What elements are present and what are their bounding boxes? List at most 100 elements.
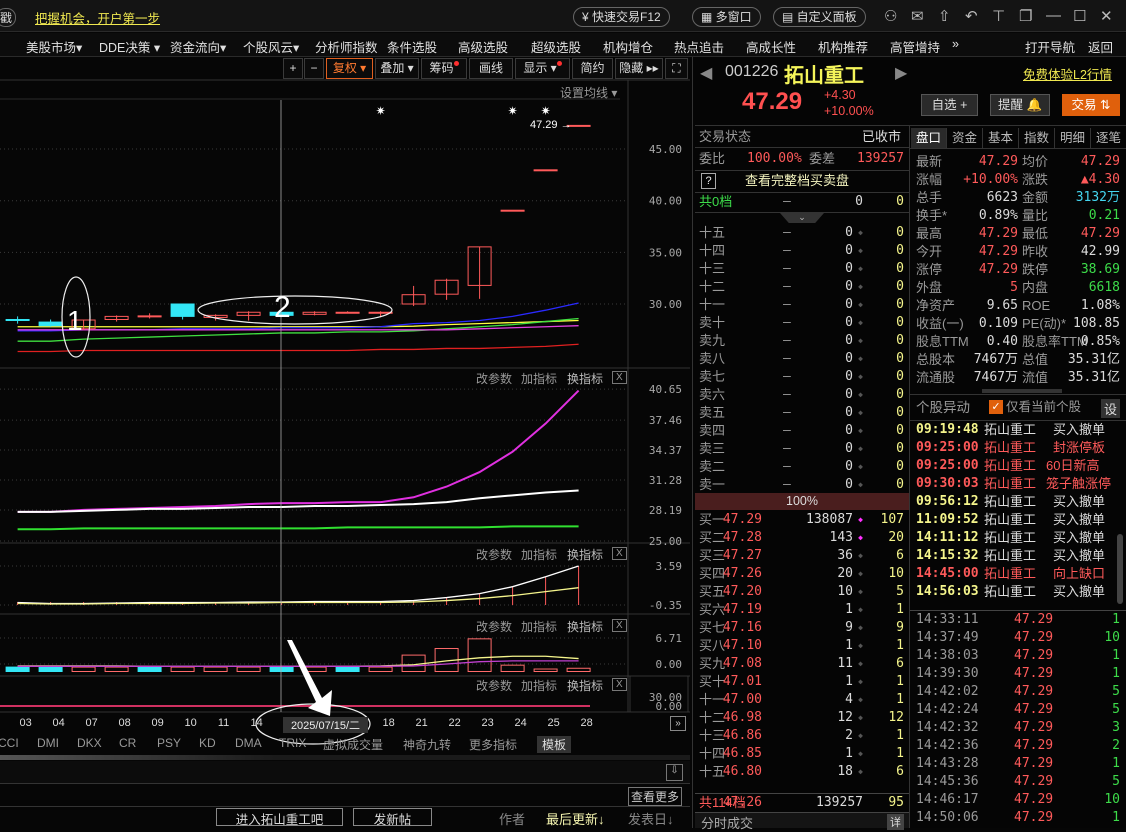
close-icon[interactable]: ✕	[1100, 7, 1113, 25]
price-alert-button[interactable]: 提醒 🔔	[990, 94, 1050, 116]
only-current-checkbox[interactable]: ✓	[989, 400, 1003, 414]
alert-row[interactable]: 14:15:32 拓山重工 买入撤单	[910, 547, 1115, 565]
undo-icon[interactable]: ↶	[965, 7, 978, 25]
set-ma-dropdown[interactable]: 设置均线 ▾	[560, 84, 617, 101]
alert-row[interactable]: 09:25:00 拓山重工 封涨停板	[910, 439, 1115, 457]
view-more-button[interactable]: 查看更多	[628, 787, 683, 806]
open-nav-button[interactable]: 打开导航	[1025, 37, 1075, 56]
edit-params-button[interactable]: 改参数	[476, 546, 512, 563]
indicator-tab[interactable]: KD	[199, 736, 216, 750]
full-depth-link[interactable]: 查看完整档买卖盘	[745, 172, 849, 190]
scroll-right-button[interactable]: »	[670, 716, 686, 731]
quote-tab[interactable]: 明细	[1055, 128, 1091, 148]
enter-stock-forum-button[interactable]: 进入拓山重工吧	[216, 808, 343, 827]
ask-level-row: 十二 — 0 ◆ 0	[695, 278, 909, 296]
mail-icon[interactable]: ✉	[911, 7, 924, 25]
help-icon[interactable]: ?	[701, 173, 716, 189]
splitter-handle[interactable]	[0, 755, 690, 760]
user-icon[interactable]: ⚇	[884, 7, 897, 25]
quote-tab[interactable]: 指数	[1019, 128, 1055, 148]
alert-row[interactable]: 14:45:00 拓山重工 向上缺口	[910, 565, 1115, 583]
indicator-tab[interactable]: DMA	[235, 736, 262, 750]
switch-indicator-button[interactable]: 换指标	[567, 546, 603, 563]
trade-time: 14:42:32	[916, 720, 979, 735]
alert-row[interactable]: 11:09:52 拓山重工 买入撤单	[910, 511, 1115, 529]
menu-item[interactable]: 高成长性	[746, 37, 796, 56]
sort-post-date[interactable]: 发表日↓	[628, 809, 674, 828]
alert-row[interactable]: 14:56:03 拓山重工 买入撤单	[910, 583, 1115, 601]
multi-window-button[interactable]: ▦ 多窗口	[692, 7, 761, 27]
trade-row: 14:42:32 47.29 3	[910, 719, 1126, 737]
alert-row[interactable]: 09:56:12 拓山重工 买入撤单	[910, 493, 1115, 511]
quote-label: 昨收	[1022, 244, 1049, 259]
l2-trial-link[interactable]: 免费体验L2行情	[1023, 64, 1112, 83]
edit-params-button[interactable]: 改参数	[476, 370, 512, 387]
add-indicator-button[interactable]: 加指标	[521, 618, 557, 635]
add-indicator-button[interactable]: 加指标	[521, 546, 557, 563]
level-price: —	[783, 315, 791, 330]
add-indicator-button[interactable]: 加指标	[521, 370, 557, 387]
only-current-label[interactable]: 仅看当前个股	[1006, 398, 1081, 416]
switch-indicator-button[interactable]: 换指标	[567, 370, 603, 387]
minimize-icon[interactable]: —	[1046, 7, 1061, 24]
add-indicator-button[interactable]: 加指标	[521, 677, 557, 694]
level-count: 9	[896, 620, 904, 635]
sort-author[interactable]: 作者	[499, 809, 525, 828]
close-panel-button[interactable]: X	[612, 547, 627, 560]
close-panel-button[interactable]: X	[612, 619, 627, 632]
custom-panel-button[interactable]: ▤ 自定义面板	[773, 7, 866, 27]
volume-bar	[500, 664, 525, 673]
add-watchlist-button[interactable]: 自选 +	[921, 94, 978, 116]
switch-indicator-button[interactable]: 换指标	[567, 618, 603, 635]
indicator-tab[interactable]: 神奇九转	[403, 736, 451, 753]
maximize-icon[interactable]: ☐	[1073, 7, 1086, 25]
skin-icon[interactable]: ⊤	[992, 7, 1005, 25]
window-restore-icon[interactable]: ❐	[1019, 7, 1032, 25]
close-panel-button[interactable]: X	[612, 371, 627, 384]
quote-tab[interactable]: 逐笔	[1091, 128, 1126, 148]
quote-tab[interactable]: 盘口	[911, 128, 947, 148]
alert-row[interactable]: 09:25:00 拓山重工 60日新高	[910, 457, 1115, 475]
home-up-icon[interactable]: ⇧	[938, 7, 951, 25]
tick-title: 分时成交	[701, 816, 754, 831]
quote-label: 总手	[916, 190, 943, 205]
collapse-handle[interactable]	[982, 389, 1062, 393]
indicator-tab[interactable]: 更多指标	[469, 736, 517, 753]
indicator-tab[interactable]: CCI	[0, 736, 19, 750]
prev-stock-icon[interactable]: ◀	[700, 63, 712, 83]
indicator-tab[interactable]: DMI	[37, 736, 59, 750]
quote-tab[interactable]: 资金	[947, 128, 983, 148]
indicator-tab[interactable]: DKX	[77, 736, 102, 750]
quote-tab[interactable]: 基本	[983, 128, 1019, 148]
alert-row[interactable]: 14:11:12 拓山重工 买入撤单	[910, 529, 1115, 547]
quote-value: 3132万	[1075, 190, 1120, 205]
alerts-settings-button[interactable]: 设	[1101, 399, 1121, 418]
switch-indicator-button[interactable]: 换指标	[567, 677, 603, 694]
edit-params-button[interactable]: 改参数	[476, 677, 512, 694]
alert-row[interactable]: 09:30:03 拓山重工 笼子触涨停	[910, 475, 1115, 493]
trade-button[interactable]: 交易 ⇅	[1062, 94, 1120, 116]
alert-row[interactable]: 09:19:48 拓山重工 买入撤单	[910, 421, 1115, 439]
new-post-button[interactable]: 发新帖	[353, 808, 432, 827]
indicator-tab[interactable]: TRIX	[279, 736, 306, 750]
level-volume: 138087	[806, 512, 853, 527]
indicator-tab[interactable]: CR	[119, 736, 136, 750]
menu-item[interactable]: 机构推荐	[818, 37, 868, 56]
next-stock-icon[interactable]: ▶	[895, 63, 907, 83]
back-button[interactable]: 返回	[1088, 37, 1113, 56]
alerts-scrollbar[interactable]	[1117, 534, 1123, 604]
quote-value: 108.85	[1073, 316, 1120, 331]
menu-item[interactable]: »	[952, 37, 959, 51]
indicator-tab[interactable]: PSY	[157, 736, 181, 750]
menu-item[interactable]: 高管增持	[890, 37, 940, 56]
level-price: 47.28	[722, 530, 762, 545]
indicator-tab[interactable]: 虚拟成交量	[323, 736, 383, 753]
edit-params-button[interactable]: 改参数	[476, 618, 512, 635]
pin-icon[interactable]: ⇩	[666, 764, 683, 781]
close-panel-button[interactable]: X	[612, 678, 627, 691]
ask-total-row: 共0档 — 0 0	[695, 193, 909, 211]
level-volume: 143	[829, 530, 853, 545]
sort-last-update[interactable]: 最后更新↓	[546, 809, 605, 828]
level-volume: 1	[845, 638, 853, 653]
indicator-tab[interactable]: 模板	[537, 736, 572, 753]
